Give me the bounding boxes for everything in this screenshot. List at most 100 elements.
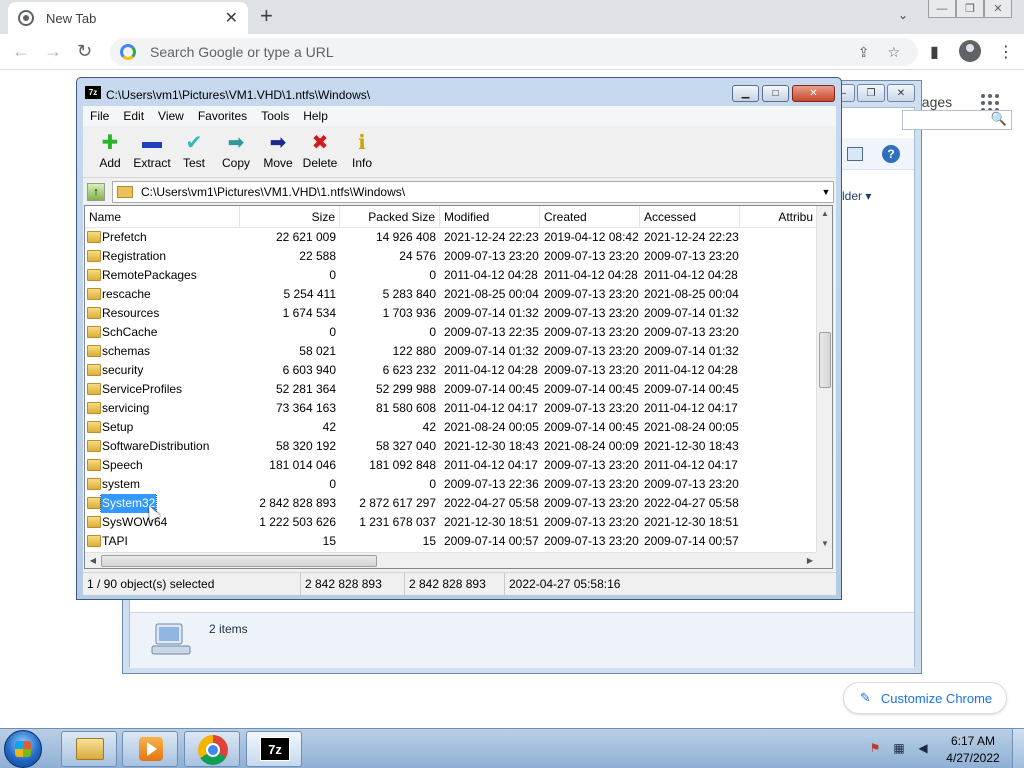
- delete-x-icon: ✖: [311, 131, 329, 154]
- share-icon[interactable]: ⇪: [858, 44, 870, 61]
- scroll-up-arrow-icon[interactable]: ▲: [817, 206, 832, 222]
- copy-button[interactable]: ➡ Copy: [213, 130, 259, 171]
- table-row[interactable]: SysWOW64 1 222 503 626 1 231 678 037 2021-1…: [85, 513, 818, 532]
- row-modified: 2011-04-12 04:28: [444, 268, 538, 282]
- row-size: 58 021: [299, 344, 336, 358]
- taskbar-chrome-button[interactable]: [184, 731, 240, 767]
- table-row[interactable]: SoftwareDistribution 58 320 192 58 327 040…: [85, 437, 818, 456]
- table-row[interactable]: Registration 22 588 24 576 2009-07-13 23:20…: [85, 247, 818, 266]
- address-dropdown-icon[interactable]: ▼: [819, 187, 833, 197]
- table-row[interactable]: system 0 0 2009-07-13 22:36 2009-07-13 23:20…: [85, 475, 818, 494]
- chrome-close-button[interactable]: ✕: [984, 0, 1012, 18]
- chrome-minimize-button[interactable]: —: [928, 0, 956, 18]
- scroll-left-arrow-icon[interactable]: ◀: [85, 553, 101, 568]
- table-row[interactable]: Resources 1 674 534 1 703 936 2009-07-14 01…: [85, 304, 818, 323]
- row-name: TAPI: [102, 534, 128, 548]
- menu-help[interactable]: Help: [296, 109, 335, 123]
- table-row[interactable]: RemotePackages 0 0 2011-04-12 04:28 2011-04-…: [85, 266, 818, 285]
- table-row[interactable]: ServiceProfiles 52 281 364 52 299 988 2009-…: [85, 380, 818, 399]
- info-button[interactable]: ℹ Info: [339, 130, 385, 171]
- bookmark-star-icon[interactable]: ☆: [887, 44, 900, 61]
- action-center-flag-icon[interactable]: ⚑: [868, 741, 882, 755]
- column-header-packed-size[interactable]: Packed Size: [340, 206, 440, 228]
- row-accessed: 2011-04-12 04:17: [644, 401, 738, 415]
- row-packed-size: 0: [429, 268, 436, 282]
- column-header-accessed[interactable]: Accessed: [640, 206, 740, 228]
- column-header-attributes[interactable]: Attribu: [740, 206, 818, 228]
- row-name-cell: security: [85, 361, 240, 380]
- clock-date[interactable]: 4/27/2022: [944, 751, 1002, 765]
- chrome-restore-button[interactable]: ❐: [956, 0, 984, 18]
- table-row[interactable]: Setup 42 42 2021-08-24 00:05 2009-07-14 00:4…: [85, 418, 818, 437]
- menu-edit[interactable]: Edit: [116, 109, 151, 123]
- column-header-modified[interactable]: Modified: [440, 206, 540, 228]
- menu-favorites[interactable]: Favorites: [191, 109, 254, 123]
- new-folder-button[interactable]: lder ▾: [842, 189, 871, 203]
- column-header-created[interactable]: Created: [540, 206, 640, 228]
- horizontal-scroll-thumb[interactable]: [101, 555, 377, 567]
- preview-pane-icon[interactable]: [847, 147, 863, 161]
- explorer-search-box[interactable]: 🔍: [902, 110, 1012, 130]
- menu-view[interactable]: View: [151, 109, 191, 123]
- show-desktop-button[interactable]: [1012, 729, 1024, 768]
- row-name: ServiceProfiles: [102, 382, 183, 396]
- table-row[interactable]: Speech 181 014 046 181 092 848 2011-04-12 0…: [85, 456, 818, 475]
- row-name: servicing: [102, 401, 150, 415]
- side-panel-icon[interactable]: ▮: [930, 42, 939, 62]
- vertical-scroll-thumb[interactable]: [819, 332, 831, 388]
- chrome-tab-new-tab[interactable]: New Tab ✕: [8, 2, 248, 34]
- add-button[interactable]: ✚ Add: [87, 130, 133, 171]
- move-button[interactable]: ➡ Move: [255, 130, 301, 171]
- taskbar-7zip-button[interactable]: 7z: [246, 731, 302, 767]
- folder-icon: [87, 250, 101, 262]
- chrome-menu-icon[interactable]: ⋮: [998, 42, 1014, 62]
- horizontal-scrollbar[interactable]: ◀ ▶: [85, 552, 818, 568]
- tab-search-icon[interactable]: ⌄: [898, 8, 908, 22]
- customize-chrome-button[interactable]: ✎ Customize Chrome: [843, 682, 1007, 714]
- table-row[interactable]: TAPI 15 15 2009-07-14 00:57 2009-07-13 23:20…: [85, 532, 818, 551]
- row-packed-size: 52 299 988: [375, 382, 436, 396]
- vertical-scrollbar[interactable]: ▲ ▼: [816, 206, 832, 552]
- column-header-size[interactable]: Size: [240, 206, 340, 228]
- forward-button[interactable]: →: [44, 41, 62, 62]
- table-row[interactable]: Prefetch 22 621 009 14 926 408 2021-12-24 2…: [85, 228, 818, 247]
- close-button[interactable]: ✕: [792, 85, 835, 102]
- omnibox[interactable]: Search Google or type a URL ⇪ ☆: [110, 38, 918, 66]
- table-row[interactable]: System32 2 842 828 893 2 872 617 297 2022-0…: [85, 494, 818, 513]
- minimize-button[interactable]: ▁: [732, 85, 759, 102]
- table-row[interactable]: rescache 5 254 411 5 283 840 2021-08-25 00:…: [85, 285, 818, 304]
- start-button-icon[interactable]: [4, 730, 42, 768]
- row-packed-size: 6 623 232: [382, 363, 436, 377]
- volume-icon[interactable]: ◀: [916, 741, 930, 755]
- clock-time[interactable]: 6:17 AM: [944, 734, 1002, 748]
- table-row[interactable]: schemas 58 021 122 880 2009-07-14 01:32 2009…: [85, 342, 818, 361]
- media-player-icon: [139, 737, 163, 761]
- maximize-button[interactable]: □: [762, 85, 789, 102]
- explorer-maximize-button[interactable]: ❐: [857, 84, 885, 102]
- new-tab-button[interactable]: +: [260, 5, 273, 27]
- table-row[interactable]: security 6 603 940 6 623 232 2011-04-12 04:…: [85, 361, 818, 380]
- pencil-icon: ✎: [860, 690, 871, 705]
- back-button[interactable]: ←: [12, 41, 30, 62]
- column-header-name[interactable]: Name: [85, 206, 240, 228]
- menu-file[interactable]: File: [83, 109, 116, 123]
- file-list[interactable]: Name Size Packed Size Modified Created A…: [84, 205, 833, 569]
- help-icon[interactable]: ?: [882, 145, 900, 163]
- taskbar-explorer-button[interactable]: [61, 731, 117, 767]
- extract-button[interactable]: ▬ Extract: [129, 130, 175, 171]
- explorer-close-button[interactable]: ✕: [887, 84, 915, 102]
- taskbar-media-player-button[interactable]: [122, 731, 178, 767]
- 7zip-title-bar[interactable]: 7z C:\Users\vm1\Pictures\VM1.VHD\1.ntfs\…: [77, 78, 841, 106]
- table-row[interactable]: SchCache 0 0 2009-07-13 22:35 2009-07-13 23:…: [85, 323, 818, 342]
- reload-button[interactable]: ↻: [77, 41, 92, 62]
- profile-avatar-icon[interactable]: [959, 40, 981, 62]
- tab-close-icon[interactable]: ✕: [225, 8, 238, 28]
- table-row[interactable]: servicing 73 364 163 81 580 608 2011-04-12 …: [85, 399, 818, 418]
- test-button[interactable]: ✔ Test: [171, 130, 217, 171]
- delete-button[interactable]: ✖ Delete: [297, 130, 343, 171]
- scroll-down-arrow-icon[interactable]: ▼: [817, 536, 832, 552]
- network-icon[interactable]: ▦: [892, 741, 906, 755]
- up-folder-icon[interactable]: ↑: [87, 183, 105, 201]
- menu-tools[interactable]: Tools: [254, 109, 296, 123]
- address-combobox[interactable]: C:\Users\vm1\Pictures\VM1.VHD\1.ntfs\Win…: [112, 181, 834, 203]
